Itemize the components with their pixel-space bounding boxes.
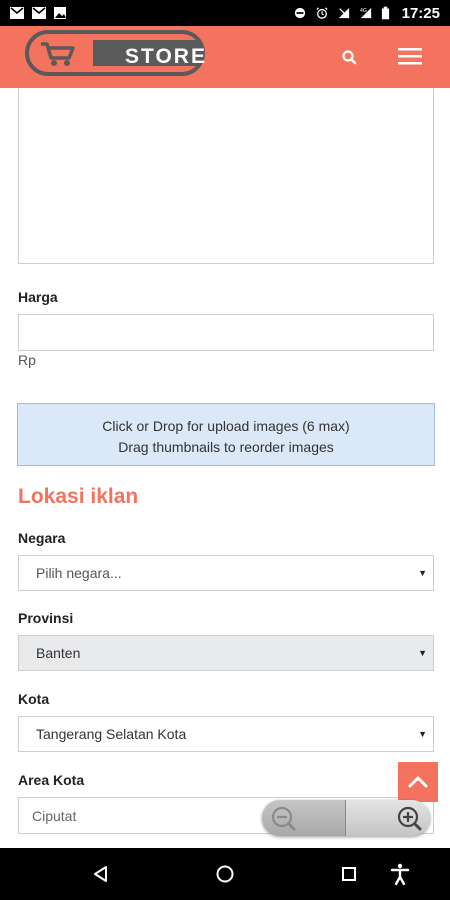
battery-icon	[381, 6, 389, 20]
city-selected: Tangerang Selatan Kota	[36, 726, 187, 742]
form-content[interactable]: Harga Rp Click or Drop for upload images…	[0, 88, 450, 848]
home-circle-icon	[216, 865, 234, 883]
accessibility-icon	[390, 863, 410, 886]
zoom-out-icon	[271, 806, 296, 831]
country-label: Negara	[18, 530, 66, 546]
zoom-in-button[interactable]	[346, 800, 430, 836]
location-section-title: Lokasi iklan	[18, 485, 139, 508]
signal-icon	[338, 7, 349, 19]
accessibility-button[interactable]	[388, 862, 412, 886]
zoom-in-icon	[397, 806, 422, 831]
city-select[interactable]: Tangerang Selatan Kota ▼	[18, 716, 434, 752]
currency-hint: Rp	[18, 352, 36, 368]
home-button[interactable]	[213, 862, 237, 886]
search-button[interactable]	[338, 46, 362, 70]
price-label: Harga	[18, 289, 58, 305]
description-textarea[interactable]	[18, 88, 434, 264]
province-selected: Banten	[36, 645, 81, 661]
alarm-icon	[316, 7, 328, 19]
store-logo[interactable]: STORE	[25, 28, 205, 78]
back-triangle-icon	[94, 866, 107, 882]
search-icon	[342, 50, 357, 65]
zoom-out-button[interactable]	[262, 800, 346, 836]
system-nav-bar	[0, 848, 450, 900]
province-label: Provinsi	[18, 610, 74, 626]
country-select[interactable]: Pilih negara... ▼	[18, 555, 434, 591]
city-label: Kota	[18, 691, 50, 707]
back-button[interactable]	[89, 862, 113, 886]
image-upload-dropzone[interactable]: Click or Drop for upload images (6 max) …	[17, 403, 435, 466]
caret-down-icon: ▼	[418, 568, 427, 578]
zoom-control	[262, 800, 430, 836]
notification-icons	[10, 7, 68, 19]
app-header: STORE	[0, 26, 450, 88]
logo-text: STORE	[125, 45, 207, 68]
gmail-icon	[10, 7, 24, 19]
hamburger-menu-icon	[398, 48, 422, 65]
reorder-instruction: Drag thumbnails to reorder images	[118, 439, 334, 455]
4g-signal-icon: 4G	[360, 7, 371, 19]
clock: 17:25	[401, 4, 440, 22]
province-select[interactable]: Banten ▼	[18, 635, 434, 671]
do-not-disturb-icon	[294, 7, 305, 19]
system-icons: 4G 17:25	[293, 5, 440, 22]
city-area-label: Area Kota	[18, 772, 85, 788]
caret-down-icon: ▼	[418, 648, 427, 658]
recents-button[interactable]	[337, 862, 361, 886]
recents-square-icon	[342, 867, 356, 881]
gmail-icon	[32, 7, 46, 19]
scroll-to-top-button[interactable]	[398, 762, 438, 802]
image-icon	[54, 7, 66, 19]
caret-down-icon: ▼	[418, 729, 427, 739]
chevron-up-icon	[408, 776, 428, 788]
price-input[interactable]	[18, 314, 434, 351]
svg-text:4G: 4G	[360, 8, 367, 14]
upload-instruction: Click or Drop for upload images (6 max)	[102, 418, 350, 434]
country-selected: Pilih negara...	[36, 565, 122, 581]
status-bar: 4G 17:25	[0, 0, 450, 26]
menu-button[interactable]	[396, 44, 424, 68]
